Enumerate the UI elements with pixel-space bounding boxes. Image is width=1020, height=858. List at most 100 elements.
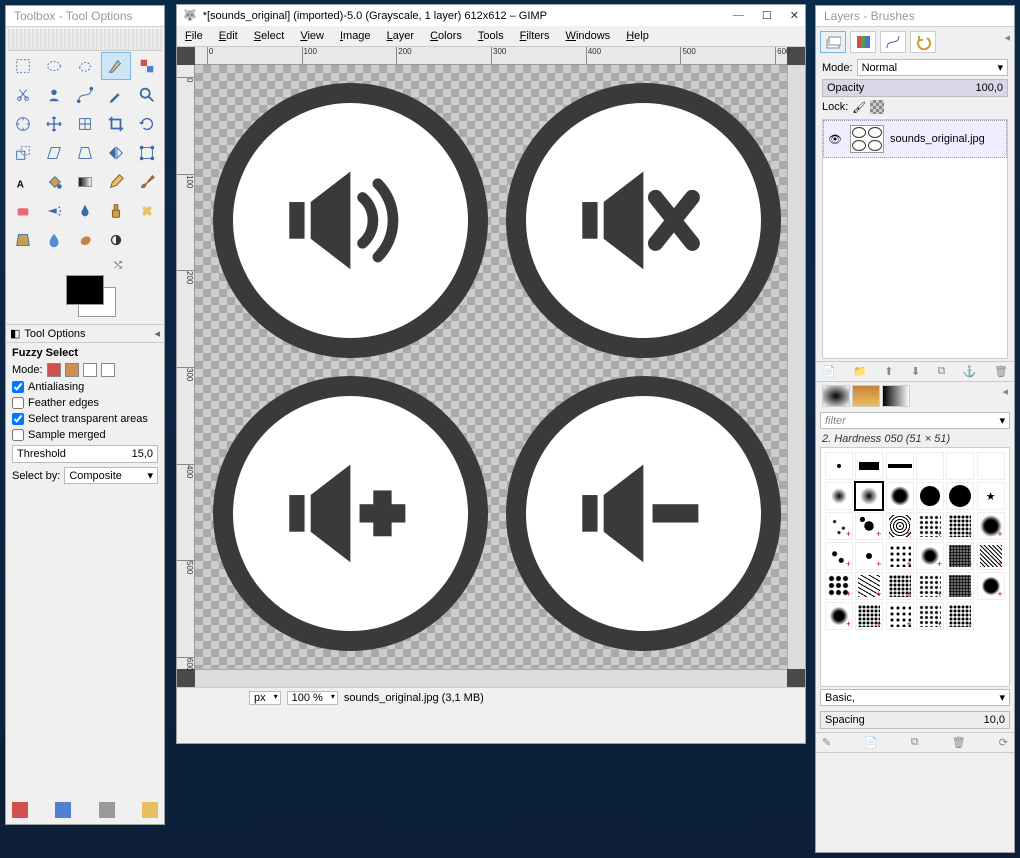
brush-item[interactable]: + <box>946 572 974 600</box>
brush-spacing-slider[interactable]: Spacing10,0 <box>820 711 1010 729</box>
visibility-icon[interactable]: 👁 <box>828 133 844 146</box>
brush-menu-icon[interactable]: ◂ <box>1002 385 1008 407</box>
color-picker-tool[interactable] <box>101 81 131 109</box>
layers-tab[interactable] <box>820 31 846 53</box>
feather-checkbox[interactable]: Feather edges <box>12 397 158 409</box>
crop-tool[interactable] <box>101 110 131 138</box>
airbrush-tool[interactable] <box>39 197 69 225</box>
minimize-button[interactable]: — <box>733 9 744 22</box>
layer-row[interactable]: 👁 sounds_original.jpg <box>823 120 1007 158</box>
by-color-select-tool[interactable] <box>132 52 162 80</box>
reset-options-icon[interactable] <box>142 802 158 818</box>
dodge-burn-tool[interactable] <box>101 226 131 254</box>
rect-select-tool[interactable] <box>8 52 38 80</box>
brush-item[interactable]: + <box>825 602 853 630</box>
canvas[interactable] <box>195 65 787 669</box>
brush-item[interactable]: + <box>825 512 853 540</box>
paths-tool[interactable] <box>70 81 100 109</box>
menu-filters[interactable]: Filters <box>518 28 552 44</box>
select-transparent-checkbox[interactable]: Select transparent areas <box>12 413 158 425</box>
brush-item[interactable]: + <box>855 602 883 630</box>
new-layer-icon[interactable]: 📄 <box>822 365 836 378</box>
restore-options-icon[interactable] <box>55 802 71 818</box>
blend-mode-dropdown[interactable]: Normal▾ <box>857 59 1008 76</box>
perspective-tool[interactable] <box>70 139 100 167</box>
foreground-select-tool[interactable] <box>39 81 69 109</box>
threshold-input[interactable]: Threshold15,0 <box>12 445 158 463</box>
lock-pixels-icon[interactable]: 🖌 <box>852 101 866 114</box>
brush-item[interactable]: + <box>946 602 974 630</box>
ink-tool[interactable] <box>70 197 100 225</box>
brush-item[interactable]: + <box>916 572 944 600</box>
menu-edit[interactable]: Edit <box>217 28 240 44</box>
perspective-clone-tool[interactable] <box>8 226 38 254</box>
eraser-tool[interactable] <box>8 197 38 225</box>
maximize-button[interactable]: ☐ <box>762 9 772 22</box>
brush-item[interactable]: + <box>916 542 944 570</box>
heal-tool[interactable] <box>132 197 162 225</box>
layer-name[interactable]: sounds_original.jpg <box>890 133 985 145</box>
blend-tool[interactable] <box>70 168 100 196</box>
brush-item[interactable] <box>977 452 1005 480</box>
horizontal-scrollbar[interactable] <box>195 669 787 687</box>
sample-merged-checkbox[interactable]: Sample merged <box>12 429 158 441</box>
zoom-dropdown[interactable]: 100 % <box>287 691 338 705</box>
brush-item[interactable] <box>855 482 883 510</box>
unit-dropdown[interactable]: px <box>249 691 281 705</box>
vertical-scrollbar[interactable] <box>787 65 805 669</box>
dock-menu-icon[interactable]: ◂ <box>1004 31 1010 53</box>
delete-layer-icon[interactable]: 🗑 <box>994 365 1008 378</box>
paintbrush-tool[interactable] <box>132 168 162 196</box>
brush-item[interactable] <box>916 482 944 510</box>
brush-item[interactable]: + <box>886 572 914 600</box>
flip-tool[interactable] <box>101 139 131 167</box>
mode-intersect-icon[interactable] <box>101 363 115 377</box>
menu-help[interactable]: Help <box>624 28 651 44</box>
measure-tool[interactable] <box>8 110 38 138</box>
brush-item[interactable]: + <box>977 572 1005 600</box>
brush-filter-dropdown[interactable]: filter▾ <box>820 412 1010 429</box>
select-by-dropdown[interactable]: Composite▾ <box>64 467 158 484</box>
mode-add-icon[interactable] <box>65 363 79 377</box>
brush-item[interactable] <box>946 482 974 510</box>
bucket-fill-tool[interactable] <box>39 168 69 196</box>
align-tool[interactable] <box>70 110 100 138</box>
brush-item[interactable] <box>886 452 914 480</box>
mode-subtract-icon[interactable] <box>83 363 97 377</box>
brush-item[interactable] <box>855 452 883 480</box>
raise-layer-icon[interactable]: ⬆ <box>884 365 893 378</box>
smudge-tool[interactable] <box>70 226 100 254</box>
zoom-tool[interactable] <box>132 81 162 109</box>
delete-brush-icon[interactable]: 🗑 <box>952 736 966 749</box>
tool-options-menu-icon[interactable]: ◂ <box>154 327 160 340</box>
close-button[interactable]: ✕ <box>790 9 799 22</box>
refresh-brush-icon[interactable]: ⟳ <box>999 736 1008 749</box>
new-brush-icon[interactable]: 📄 <box>864 736 878 749</box>
menu-file[interactable]: File <box>183 28 205 44</box>
color-selector[interactable]: ⤭ <box>6 260 164 320</box>
titlebar[interactable]: 🐺 *[sounds_original] (imported)-5.0 (Gra… <box>177 5 805 26</box>
layer-group-icon[interactable]: 📁 <box>853 365 867 378</box>
text-tool[interactable]: A <box>8 168 38 196</box>
delete-options-icon[interactable] <box>99 802 115 818</box>
opacity-slider[interactable]: Opacity100,0 <box>822 79 1008 97</box>
brush-item[interactable]: + <box>977 512 1005 540</box>
brush-preset-dropdown[interactable]: Basic,▾ <box>820 689 1010 706</box>
brush-item[interactable] <box>886 482 914 510</box>
menu-windows[interactable]: Windows <box>564 28 613 44</box>
menu-tools[interactable]: Tools <box>476 28 506 44</box>
scale-tool[interactable] <box>8 139 38 167</box>
patterns-tab[interactable] <box>852 385 880 407</box>
blur-tool[interactable] <box>39 226 69 254</box>
shear-tool[interactable] <box>39 139 69 167</box>
gradients-tab[interactable] <box>882 385 910 407</box>
menu-colors[interactable]: Colors <box>428 28 464 44</box>
brush-item[interactable]: + <box>855 572 883 600</box>
brush-item[interactable]: + <box>916 602 944 630</box>
brush-item[interactable]: + <box>886 542 914 570</box>
brush-item[interactable]: + <box>916 512 944 540</box>
move-tool[interactable] <box>39 110 69 138</box>
channels-tab[interactable] <box>850 31 876 53</box>
brush-item[interactable]: + <box>855 542 883 570</box>
brush-item[interactable]: + <box>946 542 974 570</box>
